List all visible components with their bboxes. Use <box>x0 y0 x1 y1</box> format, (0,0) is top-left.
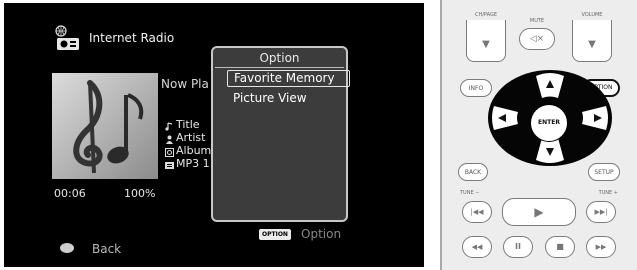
option-key-badge: OPTION <box>259 229 291 240</box>
back-button-icon <box>60 243 74 253</box>
music-note-icon <box>73 80 144 174</box>
volume-down-button[interactable]: ▼ <box>572 20 612 62</box>
option-popup: Option Favorite Memory Picture View <box>211 46 350 222</box>
volume-label: VOLUME <box>581 12 603 18</box>
meta-album: Album <box>176 144 212 157</box>
internet-radio-icon <box>55 25 79 50</box>
tune-plus-label: TUNE + <box>598 190 618 196</box>
setup-button[interactable]: SETUP <box>588 163 620 181</box>
back-button[interactable]: BACK <box>458 163 488 181</box>
meta-title: Title <box>176 118 200 131</box>
mute-button[interactable]: ◁× <box>519 28 555 50</box>
option-hint: Option <box>301 227 342 241</box>
tune-minus-label: TUNE − <box>460 190 480 196</box>
fast-forward-button[interactable]: ▶▶ <box>586 236 616 258</box>
rewind-button[interactable]: ◀◀ <box>462 236 492 258</box>
stop-button[interactable]: ■ <box>545 236 575 258</box>
play-button[interactable]: ▶ <box>502 198 576 226</box>
meta-format: MP3 1 <box>176 157 210 170</box>
mute-label: MUTE <box>529 18 545 24</box>
screen-title: Internet Radio <box>89 31 175 45</box>
ch-page-down-button[interactable]: ▼ <box>466 20 506 62</box>
meta-artist: Artist <box>176 131 206 144</box>
elapsed-time: 00:06 <box>54 187 86 200</box>
format-icon <box>165 162 174 169</box>
option-popup-title: Option <box>259 51 300 65</box>
album-art <box>52 73 158 179</box>
note-icon <box>165 122 173 131</box>
previous-track-button[interactable]: |◀◀ <box>462 201 492 223</box>
volume-level: 100% <box>124 187 156 200</box>
next-track-button[interactable]: ▶▶| <box>586 201 616 223</box>
option-item-picture-view[interactable]: Picture View <box>227 91 313 106</box>
ch-page-label: CH/PAGE <box>475 12 497 18</box>
tv-screen: Internet Radio Now Pla Title Artist Albu… <box>4 3 424 267</box>
option-item-favorite-memory[interactable]: Favorite Memory <box>227 70 350 87</box>
enter-button[interactable]: ENTER <box>530 104 568 142</box>
pause-button[interactable]: II <box>503 236 533 258</box>
album-icon <box>165 148 174 157</box>
option-popup-divider <box>215 67 344 68</box>
back-label: Back <box>92 242 122 256</box>
person-icon <box>166 135 173 144</box>
now-playing-label: Now Pla <box>161 77 209 91</box>
